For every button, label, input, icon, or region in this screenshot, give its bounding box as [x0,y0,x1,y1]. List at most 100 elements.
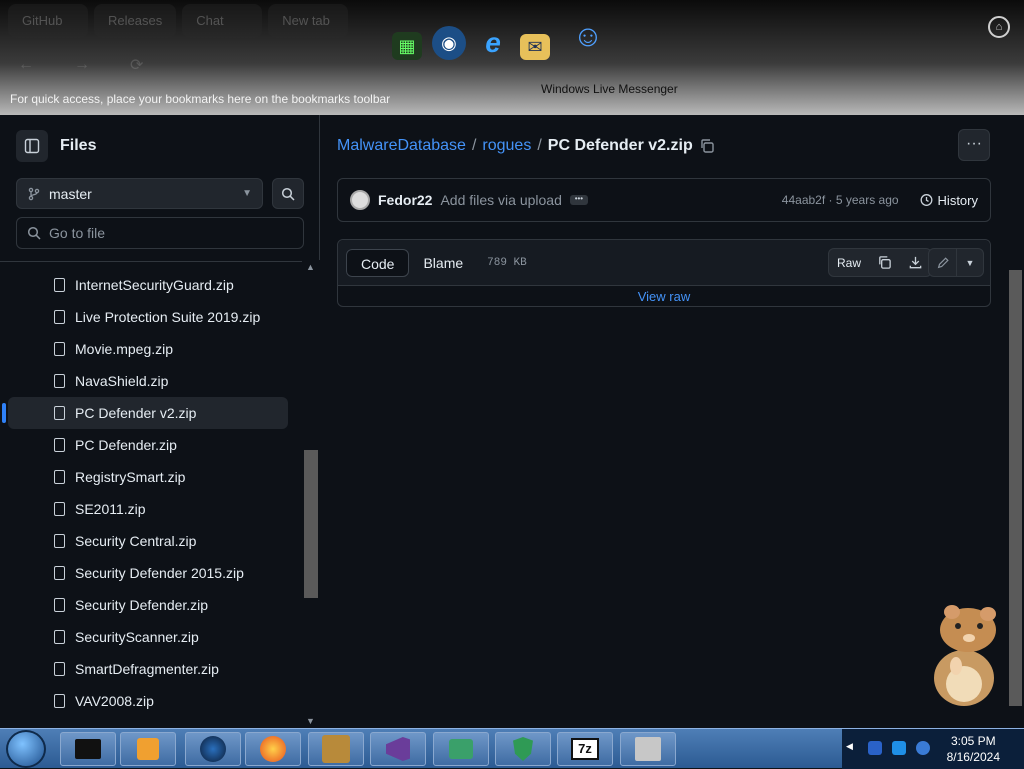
globe-icon[interactable] [185,732,241,766]
file-icon [54,662,65,676]
expand-commit-icon[interactable]: ••• [569,195,588,205]
bluetooth-icon[interactable] [868,741,882,755]
file-list: InternetSecurityGuard.zip Live Protection… [0,269,300,717]
commit-message[interactable]: Add files via upload [440,192,561,208]
browser-tab[interactable]: Chat [182,4,263,38]
browser-tab[interactable]: GitHub [8,4,88,38]
edit-options-button[interactable]: ▼ [956,249,983,276]
clock[interactable]: 3:05 PM 8/16/2024 [947,733,1000,765]
installer-icon[interactable] [620,732,676,766]
search-button[interactable] [272,178,304,209]
search-icon [27,226,41,240]
matrix-app-icon[interactable]: ▦ [392,32,422,60]
page-scrollbar[interactable] [1007,270,1024,728]
tree-item-file[interactable]: Security Defender.zip [8,589,288,621]
tree-item-label: Security Defender 2015.zip [75,565,244,581]
tree-item-label: Live Protection Suite 2019.zip [75,309,261,325]
app-icon[interactable] [433,732,489,766]
copy-path-icon[interactable] [699,138,715,154]
reload-icon[interactable]: ⟳ [130,55,143,75]
tree-item-file[interactable]: PC Defender v2.zip [2,397,288,429]
tree-item-file[interactable]: RegistrySmart.zip [8,461,288,493]
files-title: Files [60,137,97,154]
tree-item-file[interactable]: Security Central.zip [8,525,288,557]
raw-actions-group: Raw [828,248,933,277]
tree-item-label: Movie.mpeg.zip [75,341,174,357]
raw-button[interactable]: Raw [829,249,869,276]
more-options-button[interactable]: ··· [958,129,990,161]
tree-item-file[interactable]: Live Protection Suite 2019.zip [8,301,288,333]
tree-item-label: RegistrySmart.zip [75,469,186,485]
hamster-desktop-pet[interactable] [922,600,1008,710]
tree-item-label: PC Defender v2.zip [75,405,197,421]
file-icon [54,310,65,324]
breadcrumb-repo-link[interactable]: MalwareDatabase [337,137,466,155]
start-button[interactable] [6,730,46,768]
file-icon [54,694,65,708]
browser-tab[interactable]: Releases [94,4,177,38]
volume-icon[interactable] [916,741,930,755]
file-view: MalwareDatabase / rogues / PC Defender v… [321,115,1024,728]
history-icon [920,194,932,206]
tray-expand-icon[interactable]: ◀ [846,741,853,752]
file-icon [54,470,65,484]
media-player-icon[interactable] [120,732,176,766]
scrollbar-thumb[interactable] [304,450,318,598]
network-app-icon[interactable]: ◉ [432,26,466,60]
shield-icon[interactable] [495,732,551,766]
view-raw-link[interactable]: View raw [338,286,990,307]
sidebar-scrollbar[interactable]: ▲ ▼ [302,260,320,728]
account-icon[interactable]: ⌂ [988,16,1010,38]
tree-item-file[interactable]: Movie.mpeg.zip [8,333,288,365]
download-raw-button[interactable] [900,249,931,276]
branch-selector[interactable]: master ▼ [16,178,263,209]
terminal-icon[interactable] [60,732,116,766]
back-icon[interactable]: ← [18,56,34,74]
collapse-panel-button[interactable] [16,130,48,162]
forward-icon[interactable]: → [74,56,90,74]
tree-item-file[interactable]: VAV2008.zip [8,685,288,717]
tree-item-file[interactable]: SE2011.zip [8,493,288,525]
file-icon [54,630,65,644]
firefox-icon[interactable] [245,732,301,766]
windows-live-messenger-icon[interactable]: ☺ [560,14,616,60]
browser-tab[interactable]: New tab [268,4,349,38]
files-header: Files [16,130,96,162]
file-icon [54,566,65,580]
download-icon [909,256,922,269]
scroll-up-icon[interactable]: ▲ [306,262,315,272]
tree-item-file[interactable]: NavaShield.zip [8,365,288,397]
breadcrumb-folder-link[interactable]: rogues [482,137,531,155]
commit-author[interactable]: Fedor22 [378,192,432,208]
outlook-express-icon[interactable]: ✉ [520,34,550,60]
game-icon[interactable] [308,732,364,766]
tree-item-file[interactable]: SecurityScanner.zip [8,621,288,653]
internet-explorer-icon[interactable]: e [476,26,510,60]
scroll-down-icon[interactable]: ▼ [306,716,315,726]
avatar[interactable] [350,190,370,210]
file-tree-sidebar: Files master ▼ Go to file InternetSecuri… [0,115,320,728]
clock-date: 8/16/2024 [946,750,1000,764]
go-to-file-input[interactable]: Go to file [16,217,304,249]
history-button[interactable]: History [919,193,978,208]
edit-file-button[interactable] [929,249,956,276]
tree-item-file[interactable]: InternetSecurityGuard.zip [8,269,288,301]
scrollbar-thumb[interactable] [1009,270,1022,706]
visual-studio-icon[interactable] [370,732,426,766]
tree-item-file[interactable]: Security Defender 2015.zip [8,557,288,589]
copy-raw-button[interactable] [869,249,900,276]
file-icon [54,438,65,452]
tree-item-file[interactable]: SmartDefragmenter.zip [8,653,288,685]
tree-item-file[interactable]: PC Defender.zip [8,429,288,461]
tree-item-label: SE2011.zip [75,501,146,517]
bookmarks-hint: For quick access, place your bookmarks h… [10,92,391,106]
file-icon [54,502,65,516]
network-icon[interactable] [892,741,906,755]
commit-meta[interactable]: 44aab2f · 5 years ago [782,193,899,207]
7zip-icon[interactable]: 7z [557,732,613,766]
file-content-box: Code Blame 789 KB Raw ▼ View raw [337,239,991,307]
tab-blame[interactable]: Blame [409,249,477,277]
file-icon [54,278,65,292]
edit-actions-group: ▼ [928,248,984,277]
tab-code[interactable]: Code [346,248,410,277]
